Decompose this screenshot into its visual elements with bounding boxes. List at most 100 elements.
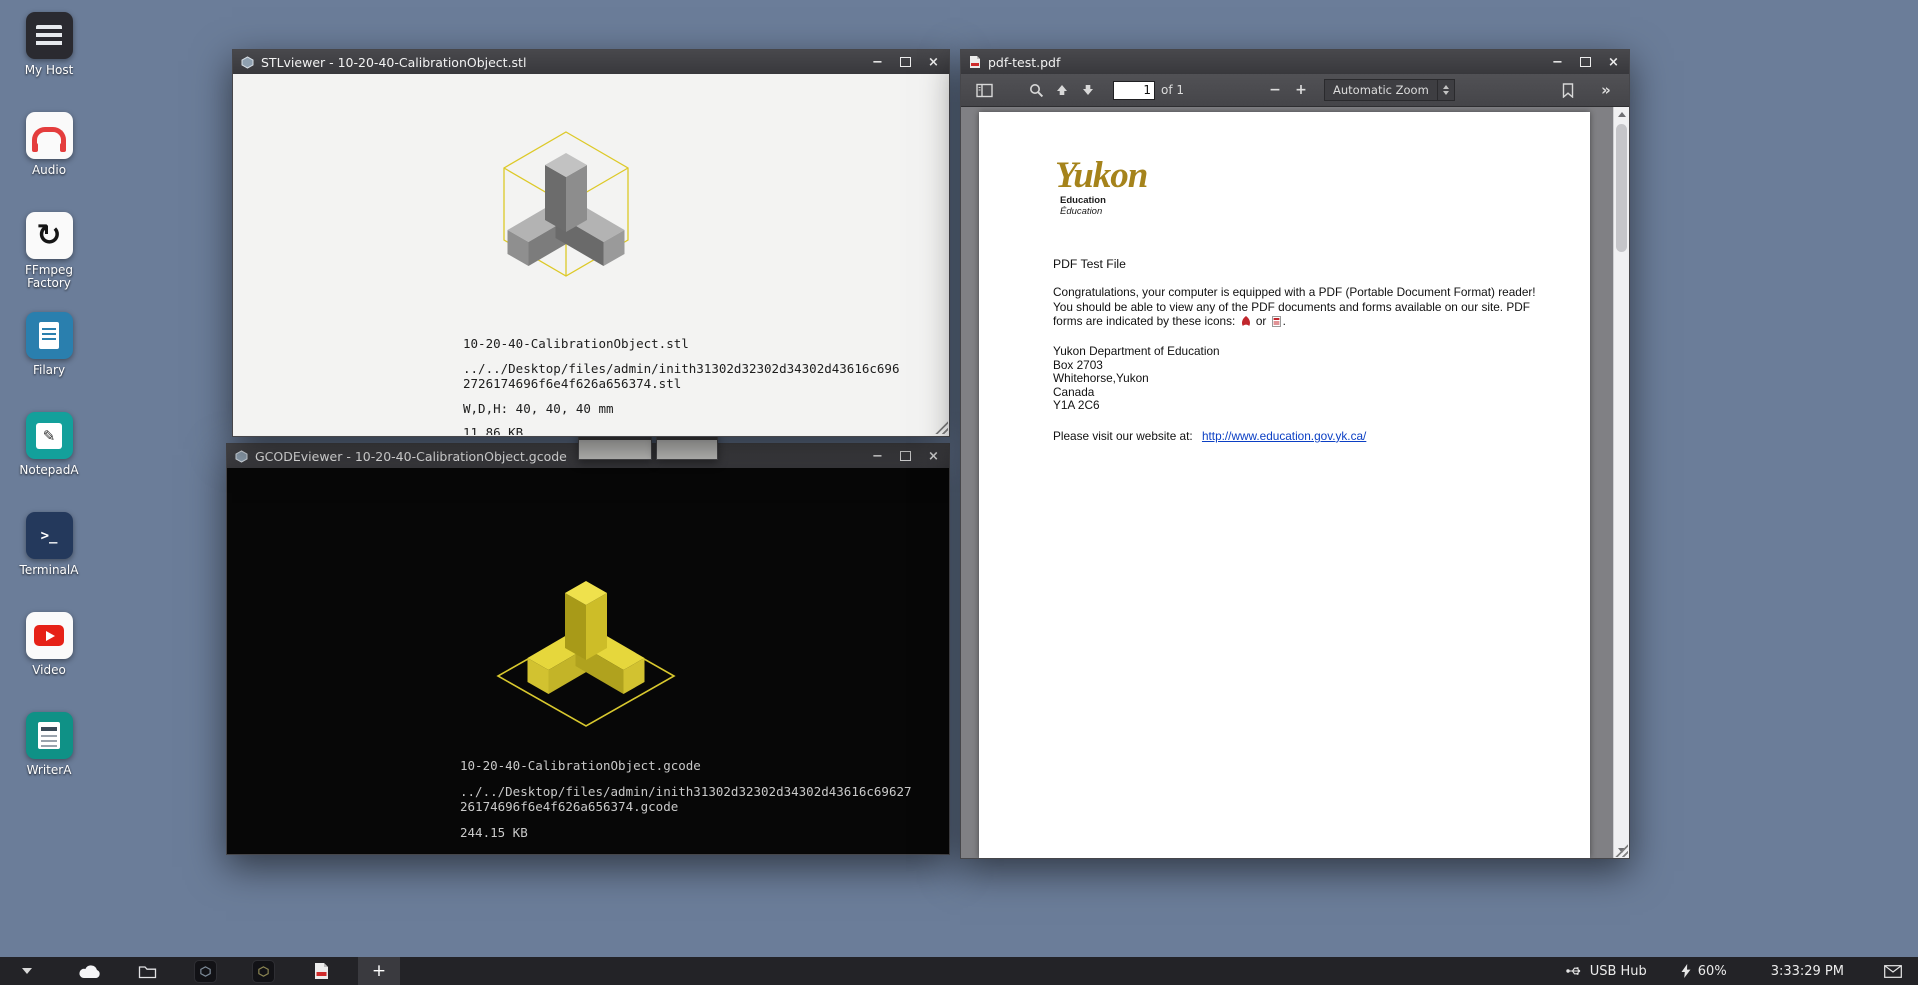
- stlviewer-app-icon: [241, 56, 254, 69]
- close-button[interactable]: ×: [926, 448, 941, 464]
- scroll-up-button[interactable]: [1614, 107, 1629, 122]
- clock[interactable]: 3:33:29 PM: [1771, 964, 1844, 979]
- battery-status[interactable]: 60%: [1681, 964, 1727, 979]
- yukon-logo-word: Yukon: [1055, 158, 1550, 193]
- taskbar-chevron-button[interactable]: [14, 957, 40, 985]
- desktop-icon-label: WriterA: [27, 764, 72, 777]
- gcode-file-name: 10-20-40-CalibrationObject.gcode: [460, 758, 912, 774]
- bookmark-button[interactable]: [1555, 78, 1581, 102]
- toolbar-more-button[interactable]: »: [1593, 78, 1619, 102]
- scrollbar[interactable]: [1613, 107, 1629, 858]
- stl-dimensions: W,D,H: 40, 40, 40 mm: [463, 401, 900, 417]
- address-line: Canada: [1053, 386, 1550, 400]
- terminala-icon: >_: [26, 512, 73, 559]
- plus-icon: +: [372, 963, 386, 980]
- search-button[interactable]: [1023, 78, 1049, 102]
- sidebar-toggle-button[interactable]: [971, 78, 997, 102]
- stl-file-path-line1: ../../Desktop/files/admin/inith31302d323…: [463, 361, 900, 377]
- zoom-select[interactable]: Automatic Zoom: [1324, 79, 1455, 101]
- yukon-logo-education-fr: Éducation: [1060, 206, 1550, 217]
- taskbar-file-manager-button[interactable]: [126, 957, 168, 985]
- taskbar: + USB Hub 60% 3:33:29 PM: [0, 957, 1918, 985]
- scrollbar-thumb[interactable]: [1616, 124, 1627, 252]
- pdf-paragraph: Congratulations, your computer is equipp…: [1053, 285, 1550, 331]
- taskbar-cloud-button[interactable]: [68, 957, 110, 985]
- next-page-button[interactable]: [1075, 78, 1101, 102]
- zoom-out-button[interactable]: −: [1262, 78, 1288, 102]
- desktop-icon-label: FFmpeg Factory: [8, 264, 90, 291]
- notepada-icon: ✎: [26, 412, 73, 459]
- power-bolt-icon: [1681, 964, 1691, 978]
- desktop-icon-video[interactable]: Video: [8, 612, 90, 700]
- desktop-icon-notepada[interactable]: ✎ NotepadA: [8, 412, 90, 500]
- gcodeviewer-app-icon: [235, 450, 248, 463]
- desktop-icon-terminala[interactable]: >_ TerminalA: [8, 512, 90, 600]
- gcode-file-size: 244.15 KB: [460, 825, 912, 841]
- address-line: Whitehorse,Yukon: [1053, 372, 1550, 386]
- zoom-select-label: Automatic Zoom: [1325, 83, 1437, 97]
- desktop-icon-label: NotepadA: [19, 464, 78, 477]
- maximize-button[interactable]: [1578, 54, 1593, 70]
- stl-titlebar[interactable]: STLviewer - 10-20-40-CalibrationObject.s…: [233, 50, 949, 74]
- writera-icon: [26, 712, 73, 759]
- desktop-icon-audio[interactable]: Audio: [8, 112, 90, 200]
- taskbar-stlviewer-button[interactable]: [184, 957, 226, 985]
- stl-3d-model: [406, 80, 726, 360]
- maximize-button[interactable]: [898, 448, 913, 464]
- window-controls: − ×: [1550, 54, 1621, 70]
- chevron-up-down-icon: [1437, 80, 1454, 100]
- gcodeviewer-taskbar-icon: [252, 960, 275, 983]
- stl-file-path-line2: 2726174696f6e4f626a656374.stl: [463, 376, 900, 392]
- stlviewer-window: STLviewer - 10-20-40-CalibrationObject.s…: [232, 49, 950, 437]
- website-link[interactable]: http://www.education.gov.yk.ca/: [1202, 429, 1366, 443]
- desktop-icon-my-host[interactable]: My Host: [8, 12, 90, 100]
- maximize-button[interactable]: [898, 54, 913, 70]
- pdf-file-icon: [969, 55, 981, 69]
- desktop-icon-label: Filary: [33, 364, 65, 377]
- close-button[interactable]: ×: [926, 54, 941, 70]
- pdf-form-icon: [1272, 316, 1281, 331]
- close-button[interactable]: ×: [1606, 54, 1621, 70]
- chevron-down-icon: [22, 968, 32, 974]
- page-count-label: of 1: [1161, 83, 1184, 97]
- minimize-button[interactable]: −: [870, 448, 885, 464]
- stl-file-size: 11.86 KB: [463, 425, 900, 435]
- taskbar-add-button[interactable]: +: [358, 957, 400, 985]
- pdf-page: Yukon Education Éducation PDF Test File …: [979, 112, 1590, 858]
- pdf-titlebar[interactable]: pdf-test.pdf − ×: [961, 50, 1629, 74]
- stl-viewport[interactable]: 10-20-40-CalibrationObject.stl ../../Des…: [233, 74, 949, 435]
- minimize-button[interactable]: −: [1550, 54, 1565, 70]
- usb-icon: [1566, 965, 1583, 977]
- gcode-file-info: 10-20-40-CalibrationObject.gcode ../../D…: [460, 758, 912, 840]
- pdf-test-heading: PDF Test File: [1053, 257, 1550, 271]
- taskbar-pdf-button[interactable]: [300, 957, 342, 985]
- stl-file-name: 10-20-40-CalibrationObject.stl: [463, 336, 900, 352]
- zoom-in-button[interactable]: +: [1288, 78, 1314, 102]
- mail-icon[interactable]: [1884, 965, 1902, 978]
- desktop-icon-column: My Host Audio ↻ FFmpeg Factory Filary ✎ …: [8, 12, 90, 800]
- usb-hub-status[interactable]: USB Hub: [1566, 964, 1647, 979]
- resize-grip[interactable]: [933, 419, 948, 434]
- desktop: My Host Audio ↻ FFmpeg Factory Filary ✎ …: [0, 0, 1918, 985]
- minimize-button[interactable]: −: [870, 54, 885, 70]
- desktop-icon-filary[interactable]: Filary: [8, 312, 90, 400]
- stl-window-title: STLviewer - 10-20-40-CalibrationObject.s…: [261, 55, 855, 70]
- gcode-file-path-line2: 26174696f6e4f626a656374.gcode: [460, 799, 912, 815]
- desktop-icon-ffmpeg-factory[interactable]: ↻ FFmpeg Factory: [8, 212, 90, 300]
- desktop-icon-label: Video: [32, 664, 66, 677]
- gcode-viewport[interactable]: 10-20-40-CalibrationObject.gcode ../../D…: [227, 468, 949, 853]
- folder-icon: [138, 964, 157, 979]
- stlviewer-taskbar-icon: [194, 960, 217, 983]
- desktop-icon-label: My Host: [25, 64, 74, 77]
- stl-file-info: 10-20-40-CalibrationObject.stl ../../Des…: [463, 336, 900, 435]
- pdf-toolbar: of 1 − + Automatic Zoom »: [961, 74, 1629, 107]
- filary-icon: [26, 312, 73, 359]
- taskbar-left: +: [14, 957, 400, 985]
- taskbar-gcodeviewer-button[interactable]: [242, 957, 284, 985]
- page-number-input[interactable]: [1113, 81, 1155, 100]
- website-label: Please visit our website at:: [1053, 429, 1193, 443]
- pdf-taskbar-icon: [314, 962, 329, 980]
- desktop-icon-writera[interactable]: WriterA: [8, 712, 90, 800]
- pdf-window-title: pdf-test.pdf: [988, 55, 1535, 70]
- previous-page-button[interactable]: [1049, 78, 1075, 102]
